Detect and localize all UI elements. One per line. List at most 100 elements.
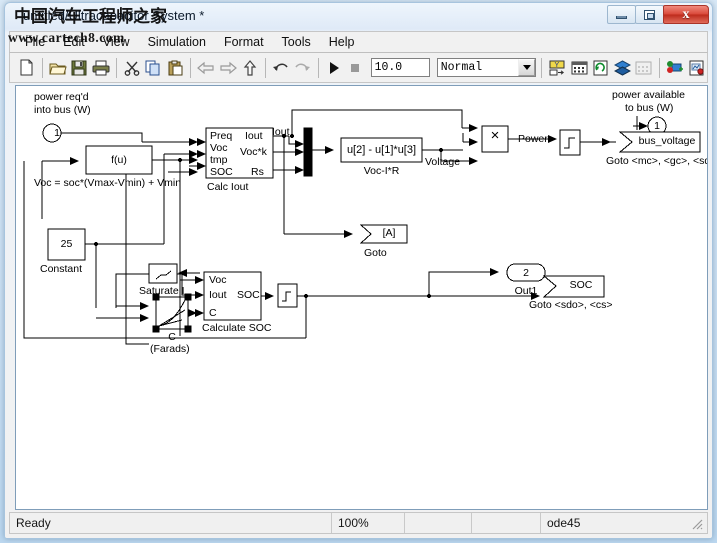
block-diagram: power req'd into bus (W) 1 f(u) Voc = so… [16, 86, 707, 509]
zoom-level[interactable]: 100% [332, 513, 405, 533]
floppy-disk-icon [71, 60, 87, 75]
model-canvas[interactable]: power req'd into bus (W) 1 f(u) Voc = so… [15, 85, 708, 510]
new-model-button[interactable] [16, 56, 37, 79]
stop-simulation-button[interactable] [345, 56, 366, 79]
restore-button[interactable] [635, 5, 664, 24]
annotation-power-req-line2: into bus (W) [34, 104, 91, 116]
back-button[interactable] [196, 56, 217, 79]
toolbar-separator [264, 57, 266, 78]
lookup-c-caption: C [168, 331, 176, 343]
close-icon: x [682, 6, 690, 22]
debug-button[interactable] [612, 56, 633, 79]
open-model-button[interactable] [47, 56, 68, 79]
fcn-fu-label: f(u) [111, 154, 127, 166]
calculate-soc-caption: Calculate SOC [202, 322, 272, 334]
outport-2-caption: Out1 [514, 285, 538, 297]
model-window: untitled/Ultracapacitor System * x File … [4, 2, 713, 539]
model-explorer-icon [667, 60, 684, 73]
menu-edit[interactable]: Edit [54, 33, 94, 51]
minimize-button[interactable] [607, 5, 636, 24]
arrow-left-icon [197, 61, 215, 74]
menu-view[interactable]: View [94, 33, 139, 51]
refresh-diagram-icon [593, 60, 608, 75]
calc-iout-in-voc: Voc [210, 142, 228, 154]
restore-icon [644, 9, 655, 20]
window-title: untitled/Ultracapacitor System * [23, 8, 205, 23]
calc-iout-out-iout: Iout [245, 130, 263, 142]
calc-iout-in-preq: Preq [210, 130, 233, 142]
library-browser-button[interactable] [569, 56, 590, 79]
update-diagram-button[interactable] [590, 56, 611, 79]
menu-help[interactable]: Help [320, 33, 364, 51]
simulation-mode-value: Normal [440, 61, 483, 74]
undo-icon [272, 63, 288, 71]
calc-iout-in-tmp: tmp [210, 154, 228, 166]
toolbar-separator [541, 57, 543, 78]
menu-bar: File Edit View Simulation Format Tools H… [9, 31, 708, 53]
model-explorer-button[interactable] [665, 56, 686, 79]
simulation-mode-select[interactable]: Normal [436, 58, 537, 77]
redo-button[interactable] [292, 56, 313, 79]
undo-button[interactable] [271, 56, 292, 79]
inport-1-label: 1 [54, 127, 60, 139]
model-browser-icon: Y [549, 60, 565, 75]
toolbar-separator [317, 57, 319, 78]
scissors-icon [124, 61, 140, 76]
close-button[interactable]: x [663, 5, 709, 24]
solver-name: ode45 [547, 516, 581, 530]
calc-iout-in-soc: SOC [210, 166, 233, 178]
title-bar: untitled/Ultracapacitor System * x [5, 3, 712, 31]
window-controls: x [607, 5, 709, 24]
start-simulation-button[interactable] [324, 56, 345, 79]
status-pane-4 [472, 513, 541, 533]
arrow-right-icon [220, 61, 237, 74]
redo-icon [295, 63, 311, 71]
goto-busvoltage-caption: Goto <mc>, <gc>, <sdo> [606, 155, 707, 167]
forward-button[interactable] [218, 56, 239, 79]
minimize-icon [616, 15, 627, 19]
menu-simulation[interactable]: Simulation [139, 33, 215, 51]
calculate-soc-in-voc: Voc [209, 274, 227, 286]
play-icon [329, 61, 339, 74]
simulation-stop-time-input[interactable]: 10.0 [370, 58, 430, 77]
up-level-button[interactable] [239, 56, 260, 79]
signal-label-voltage: Voltage [425, 156, 461, 168]
stop-icon [351, 63, 360, 72]
outport-2-label: 2 [523, 267, 529, 279]
menu-tools[interactable]: Tools [273, 33, 320, 51]
resize-grip-icon[interactable] [690, 517, 704, 531]
paste-button[interactable] [165, 56, 186, 79]
annotation-voc-equation: Voc = soc*(Vmax-Vmin) + Vmin [34, 177, 182, 189]
saturate-i-caption: Saturate I [139, 285, 185, 297]
copy-icon [145, 60, 160, 75]
calculate-soc-in-c: C [209, 307, 217, 319]
toggle-model-browser-button[interactable]: Y [547, 56, 568, 79]
debug-layers-icon [613, 59, 631, 76]
print-button[interactable] [90, 56, 111, 79]
signal-label-iout: Iout [272, 126, 290, 138]
signal-label-power: Power [518, 133, 548, 145]
goto-a-label: [A] [382, 227, 396, 239]
build-button[interactable] [633, 56, 654, 79]
toolbar-separator [190, 57, 192, 78]
constant-block-caption: Constant [40, 263, 83, 275]
simulink-window-screenshot: untitled/Ultracapacitor System * x File … [0, 0, 717, 543]
outport-1-label: 1 [654, 120, 660, 132]
menu-file[interactable]: File [16, 33, 54, 51]
goto-soc-label: SOC [569, 279, 593, 291]
svg-text:Y: Y [555, 62, 560, 69]
copy-button[interactable] [143, 56, 164, 79]
product-block-label: × [490, 127, 500, 144]
cut-button[interactable] [122, 56, 143, 79]
report-icon [689, 60, 704, 75]
status-message: Ready [10, 513, 332, 533]
menu-format[interactable]: Format [215, 33, 273, 51]
build-icon [635, 61, 652, 74]
save-model-button[interactable] [69, 56, 90, 79]
annotation-power-avail-line2: to bus (W) [625, 102, 674, 114]
report-button[interactable] [686, 56, 707, 79]
fcn-vocir-label: u[2] - u[1]*u[3] [346, 144, 417, 156]
calc-iout-caption: Calc Iout [207, 181, 249, 193]
toolbar-separator [658, 57, 660, 78]
chevron-down-icon[interactable] [518, 59, 536, 76]
